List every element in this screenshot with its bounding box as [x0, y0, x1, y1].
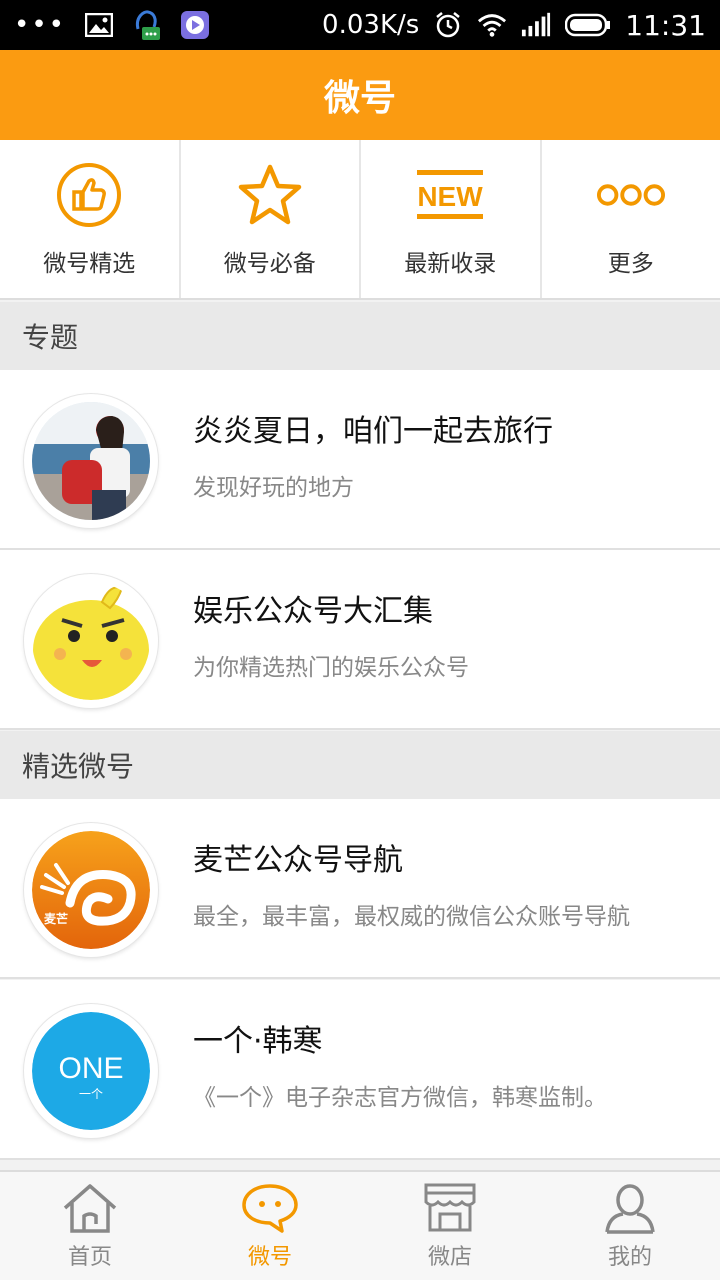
item-subtitle: 最全，最丰富，最权威的微信公众账号导航 [193, 904, 630, 930]
category-featured[interactable]: 微号精选 [0, 140, 181, 298]
category-label: 微号必备 [223, 251, 316, 277]
svg-text:麦芒: 麦芒 [44, 911, 68, 926]
item-title: 一个·韩寒 [193, 1024, 323, 1059]
item-title: 娱乐公众号大汇集 [193, 594, 433, 629]
category-label: 更多 [607, 251, 654, 277]
nav-label: 首页 [67, 1245, 112, 1270]
bunny-cartoon-avatar [24, 574, 158, 708]
network-speed: 0.03K/s [322, 10, 420, 40]
nav-label: 我的 [607, 1245, 652, 1270]
wifi-icon [477, 10, 507, 40]
nav-weihao[interactable]: 微号 [180, 1172, 360, 1280]
chat-bubble-icon [240, 1181, 300, 1235]
home-icon [60, 1181, 120, 1235]
more-icon [596, 160, 666, 230]
nav-home[interactable]: 首页 [0, 1172, 180, 1280]
item-title: 麦芒公众号导航 [193, 843, 403, 878]
item-subtitle: 为你精选热门的娱乐公众号 [193, 655, 469, 681]
category-essential[interactable]: 微号必备 [181, 140, 361, 298]
clock: 11:31 [625, 8, 706, 42]
dots-icon: ••• [14, 10, 67, 40]
one-logo-avatar: ONE 一个 [24, 1004, 158, 1138]
category-label: 微号精选 [43, 251, 136, 277]
category-label: 最新收录 [404, 251, 497, 277]
nav-label: 微店 [427, 1245, 472, 1270]
new-icon: NEW [415, 160, 485, 230]
section-header-topics: 专题 [0, 302, 720, 370]
user-icon [600, 1181, 660, 1235]
status-bar: ••• 0.03K/s 11:31 [0, 0, 720, 50]
list-item-entertainment[interactable]: 娱乐公众号大汇集 为你精选热门的娱乐公众号 [0, 550, 720, 730]
category-new[interactable]: NEW 最新收录 [361, 140, 542, 298]
page-title: 微号 [323, 78, 396, 119]
video-icon [180, 10, 210, 40]
nav-shop[interactable]: 微店 [360, 1172, 540, 1280]
nav-mine[interactable]: 我的 [540, 1172, 720, 1280]
app-bar: 微号 [0, 50, 720, 140]
star-icon [235, 160, 305, 230]
signal-icon [521, 10, 551, 40]
battery-icon [565, 10, 611, 40]
list-item-one-hanhan[interactable]: ONE 一个 一个·韩寒 《一个》电子杂志官方微信，韩寒监制。 [0, 980, 720, 1160]
svg-text:一个: 一个 [79, 1087, 103, 1101]
section-title: 专题 [22, 321, 79, 354]
category-more[interactable]: 更多 [542, 140, 720, 298]
alarm-icon [433, 10, 463, 40]
item-subtitle: 《一个》电子杂志官方微信，韩寒监制。 [193, 1085, 607, 1111]
section-header-featured: 精选微号 [0, 731, 720, 799]
image-icon [84, 10, 114, 40]
bottom-nav: 首页 微号 微店 我的 [0, 1170, 720, 1280]
svg-text:ONE: ONE [58, 1052, 123, 1085]
section-title: 精选微号 [22, 750, 135, 783]
item-subtitle: 发现好玩的地方 [193, 475, 354, 501]
category-grid: 微号精选 微号必备 NEW 最新收录 更多 [0, 140, 720, 300]
nav-label: 微号 [247, 1245, 292, 1270]
item-title: 炎炎夏日，咱们一起去旅行 [193, 414, 553, 449]
maimang-logo-avatar: 麦芒 [24, 823, 158, 957]
qq-icon [132, 10, 162, 40]
svg-text:NEW: NEW [418, 181, 484, 212]
list-item-maimang[interactable]: 麦芒 麦芒公众号导航 最全，最丰富，最权威的微信公众账号导航 [0, 799, 720, 979]
list-item-travel[interactable]: 炎炎夏日，咱们一起去旅行 发现好玩的地方 [0, 370, 720, 550]
travel-photo-avatar [24, 394, 158, 528]
thumbs-up-icon [54, 160, 124, 230]
shop-icon [420, 1181, 480, 1235]
